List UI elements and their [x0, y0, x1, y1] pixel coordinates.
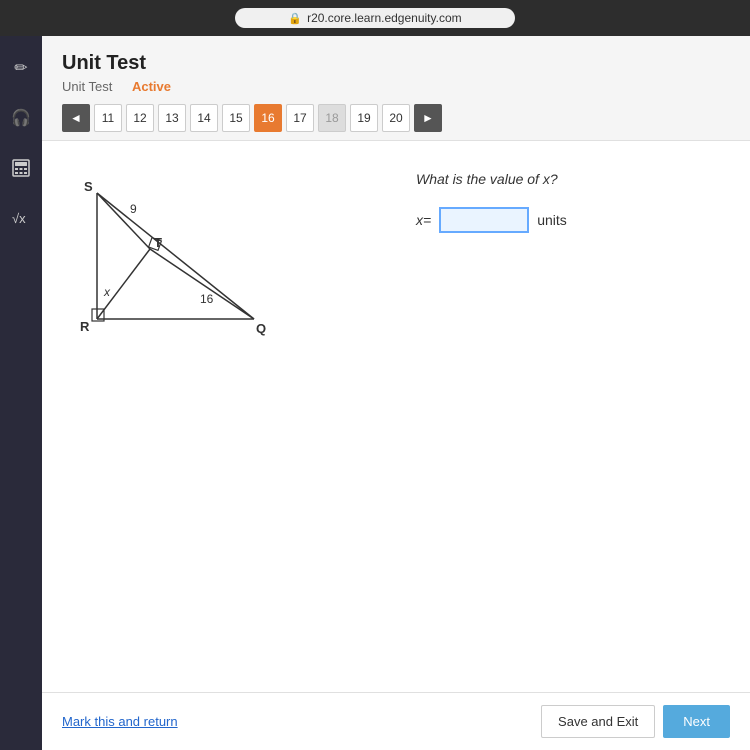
question-text: What is the value of x?: [416, 171, 730, 187]
question-btn-20[interactable]: 20: [382, 104, 410, 132]
svg-text:S: S: [84, 179, 93, 194]
breadcrumb-separator: [120, 79, 124, 94]
calculator-icon[interactable]: [5, 152, 37, 184]
breadcrumb-item1: Unit Test: [62, 79, 112, 94]
lock-icon: 🔒: [288, 12, 302, 25]
diagram-section: S T R Q 9 16 x: [62, 161, 376, 672]
pencil-icon[interactable]: ✏: [5, 52, 37, 84]
page-header: Unit Test Unit Test Active ◄ 11 12 13 14…: [42, 36, 750, 141]
mark-return-link[interactable]: Mark this and return: [62, 714, 178, 729]
question-btn-19[interactable]: 19: [350, 104, 378, 132]
answer-input[interactable]: [439, 207, 529, 233]
page-footer: Mark this and return Save and Exit Next: [42, 692, 750, 750]
main-content: Unit Test Unit Test Active ◄ 11 12 13 14…: [42, 36, 750, 750]
address-bar: 🔒 r20.core.learn.edgenuity.com: [235, 8, 515, 28]
svg-text:9: 9: [130, 202, 137, 216]
svg-text:16: 16: [200, 292, 214, 306]
question-btn-11[interactable]: 11: [94, 104, 122, 132]
headphone-icon[interactable]: 🎧: [5, 102, 37, 134]
save-exit-button[interactable]: Save and Exit: [541, 705, 655, 738]
breadcrumb-item2: Active: [132, 79, 171, 94]
app-container: ✏ 🎧 √x Unit Test Unit Tes: [0, 36, 750, 750]
formula-icon[interactable]: √x: [5, 202, 37, 234]
question-btn-13[interactable]: 13: [158, 104, 186, 132]
footer-buttons: Save and Exit Next: [541, 705, 730, 738]
next-question-btn[interactable]: ►: [414, 104, 442, 132]
question-btn-12[interactable]: 12: [126, 104, 154, 132]
question-section: What is the value of x? x= units: [416, 161, 730, 672]
question-btn-17[interactable]: 17: [286, 104, 314, 132]
page-title: Unit Test: [62, 52, 730, 75]
browser-chrome: 🔒 r20.core.learn.edgenuity.com: [0, 0, 750, 36]
svg-text:T: T: [154, 235, 162, 250]
prev-question-btn[interactable]: ◄: [62, 104, 90, 132]
sidebar: ✏ 🎧 √x: [0, 36, 42, 750]
question-btn-14[interactable]: 14: [190, 104, 218, 132]
url-text: r20.core.learn.edgenuity.com: [307, 11, 462, 25]
svg-text:x: x: [103, 285, 111, 299]
question-btn-16[interactable]: 16: [254, 104, 282, 132]
svg-text:√x: √x: [12, 211, 26, 226]
question-area: S T R Q 9 16 x What is the value of: [42, 141, 750, 692]
svg-text:R: R: [80, 319, 90, 334]
question-btn-15[interactable]: 15: [222, 104, 250, 132]
question-nav: ◄ 11 12 13 14 15 16 17 18 19 20 ►: [62, 104, 730, 132]
geometry-diagram: S T R Q 9 16 x: [62, 171, 282, 371]
answer-label: x=: [416, 212, 431, 228]
breadcrumb: Unit Test Active: [62, 79, 730, 94]
svg-text:Q: Q: [256, 321, 266, 336]
answer-unit: units: [537, 212, 567, 228]
answer-row: x= units: [416, 207, 730, 233]
next-button[interactable]: Next: [663, 705, 730, 738]
question-btn-18[interactable]: 18: [318, 104, 346, 132]
